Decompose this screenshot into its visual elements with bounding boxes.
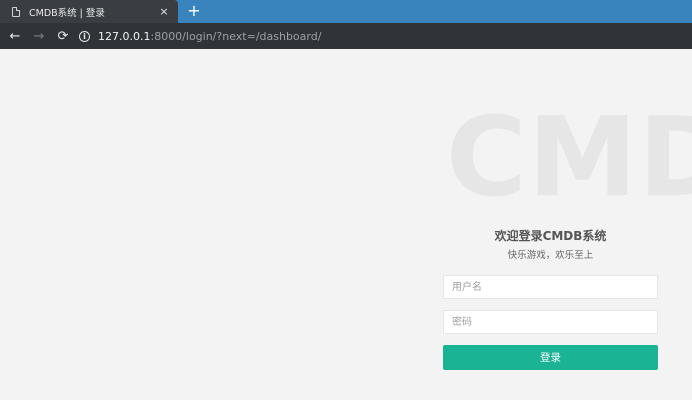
username-input[interactable] [443, 275, 658, 299]
new-tab-button[interactable]: + [186, 2, 202, 20]
forward-arrow-icon[interactable]: → [27, 24, 51, 48]
browser-tab-strip: CMDB系统 | 登录 × + [0, 0, 692, 23]
login-button[interactable]: 登录 [443, 345, 658, 370]
tab-close-icon[interactable]: × [156, 5, 172, 18]
address-bar[interactable]: i 127.0.0.1:8000/login/?next=/dashboard/ [79, 23, 321, 49]
login-subtitle: 快乐游戏，欢乐至上 [507, 250, 594, 261]
info-icon[interactable]: i [79, 30, 90, 42]
login-title: 欢迎登录CMDB系统 [494, 229, 607, 243]
url-path: :8000/login/?next=/dashboard/ [150, 29, 322, 43]
document-icon [12, 6, 20, 17]
browser-tab-active[interactable]: CMDB系统 | 登录 × [0, 0, 178, 23]
password-input[interactable] [443, 310, 658, 334]
cmdb-watermark: CMDB [446, 93, 692, 221]
url-host: 127.0.0.1 [98, 29, 151, 43]
reload-icon[interactable]: ⟳ [51, 24, 75, 48]
back-arrow-icon[interactable]: ← [3, 24, 27, 48]
tab-title: CMDB系统 | 登录 [29, 7, 105, 19]
login-form: 欢迎登录CMDB系统 快乐游戏，欢乐至上 登录 [443, 227, 658, 370]
browser-toolbar: ← → ⟳ i 127.0.0.1:8000/login/?next=/dash… [0, 23, 692, 49]
login-page: CMDB 欢迎登录CMDB系统 快乐游戏，欢乐至上 登录 [0, 49, 692, 400]
